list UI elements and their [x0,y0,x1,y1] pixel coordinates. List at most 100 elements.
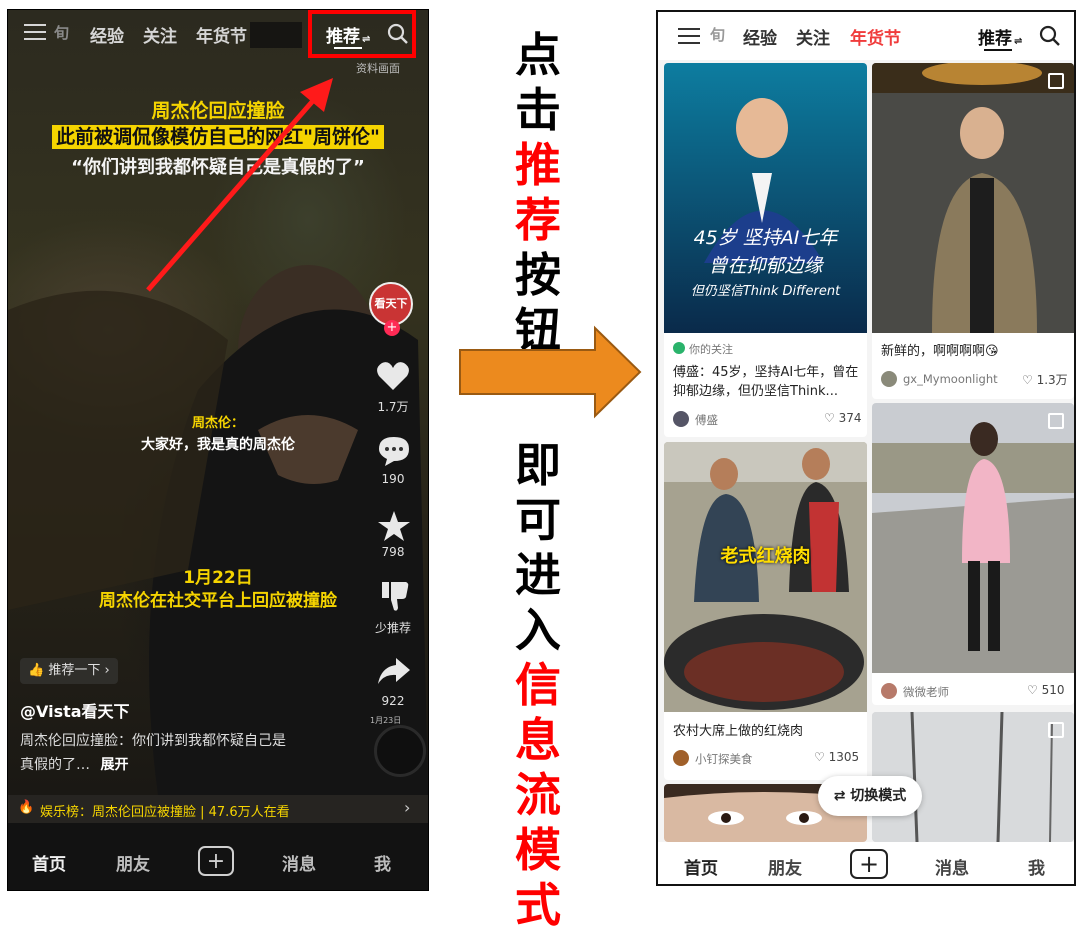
video-event-caption: 周杰伦在社交平台上回应被撞脸 [99,591,337,611]
instruction-char: 即 [515,438,561,492]
account-name[interactable]: @Vista看天下 [20,698,130,722]
feed-phone-screen: 旬 经验 关注 年货节 推荐 ⇌ 45岁 坚持AI七年 曾在抑郁边缘 但仍坚信Th… [656,10,1076,886]
active-tab-underline [984,49,1012,51]
heart-outline-icon: ♡ [824,411,835,425]
card-overlay-text: 老式红烧肉 [720,546,811,567]
card-author[interactable]: gx_Mymoonlight [903,372,998,386]
nav-tab-jingyan[interactable]: 经验 [90,22,124,47]
instruction-char: 进 [515,548,561,602]
subtitle-speaker: 周杰伦： [191,416,244,431]
share-icon[interactable] [376,656,412,686]
feed-card[interactable]: 老式红烧肉 农村大席上做的红烧肉 小钉探美食 ♡ 1305 [664,442,867,780]
card-likes[interactable]: ♡ 374 [824,411,862,425]
card-likes[interactable]: ♡ 1.3万 [1022,371,1068,388]
card-overlay-line2: 曾在抑郁边缘 [708,255,823,277]
comment-icon[interactable] [377,434,411,468]
multi-image-icon [1048,73,1064,89]
video-phone-screen: 旬 经验 关注 年货节 推荐 ⇌ 资料画面 周杰伦回应撞脸 此前被调侃像模仿自己的… [8,10,428,890]
highlight-box-tuijian [308,10,416,58]
orange-arrow [459,325,642,419]
instruction-char: 荐 [515,193,561,247]
card-likes[interactable]: ♡ 510 [1027,683,1065,697]
bottom-tab-home[interactable]: 首页 [32,850,66,875]
recommend-pill[interactable]: 👍 推荐一下 › [20,658,118,684]
fire-icon: 🔥 [18,800,35,815]
creator-avatar-text: 看天下 [374,297,408,310]
nav-tab-nianhuojie[interactable]: 年货节 [850,24,901,49]
hot-list-text: 娱乐榜：周杰伦回应被撞脸 | 47.6万人在看 [40,805,290,820]
heart-outline-icon: ♡ [1027,683,1038,697]
red-arrow-pointer [146,78,333,292]
card-image [872,403,1074,673]
feed-card[interactable]: 微微老师 ♡ 510 [872,403,1074,705]
avatar [673,750,689,766]
comment-count: 190 [381,472,405,486]
instruction-char: 按 [515,248,561,302]
bottom-tab-messages[interactable]: 消息 [282,850,316,875]
nav-tab-guanzhu[interactable]: 关注 [143,22,177,47]
nav-tab-guanzhu[interactable]: 关注 [796,24,830,49]
avatar [881,683,897,699]
card-image [664,442,867,712]
bottom-tab-me[interactable]: 我 [374,850,391,875]
card-author[interactable]: 微微老师 [903,684,949,700]
thumbs-down-icon[interactable] [380,580,410,614]
add-video-button[interactable]: + [198,846,234,876]
nav-tab-tuijian[interactable]: 推荐 ⇌ [978,24,1022,49]
instruction-lower: 即可进入信息流模式 [508,438,568,933]
menu-icon[interactable] [24,24,46,40]
multi-image-icon [1048,722,1064,738]
search-icon[interactable] [1038,24,1062,48]
expand-link[interactable]: 展开 [100,757,128,773]
subtitle-text: 大家好，我是真的周杰伦 [141,437,295,453]
chevron-right-icon: › [100,663,110,678]
caption-line2-text: 真假的了… [20,757,90,773]
bottom-tab-messages[interactable]: 消息 [935,854,969,879]
bottom-tab-friends[interactable]: 朋友 [768,854,802,879]
card-author[interactable]: 傅盛 [695,412,718,428]
feed-card[interactable]: 45岁 坚持AI七年 曾在抑郁边缘 但仍坚信Think Different 你的… [664,63,867,437]
hot-list-bar[interactable]: 🔥 娱乐榜：周杰伦回应被撞脸 | 47.6万人在看 › [8,795,428,823]
recommend-pill-label: 推荐一下 [48,663,101,678]
card-title: 傅盛：45岁，坚持AI七年，曾在抑郁边缘，但仍坚信Think... [673,365,859,399]
instruction-char: 流 [515,768,561,822]
nav-tab-fragment[interactable]: 旬 [710,24,725,45]
nav-tab-fragment[interactable]: 旬 [54,22,69,43]
music-disc-icon[interactable] [374,725,426,777]
instruction-char: 推 [515,138,561,192]
heart-outline-icon: ♡ [1022,373,1033,387]
video-date-caption: 1月22日 [183,568,253,588]
nav-tab-jingyan[interactable]: 经验 [743,24,777,49]
material-note: 资料画面 [356,62,400,75]
heart-icon[interactable] [376,360,410,392]
heart-outline-icon: ♡ [814,750,825,764]
feed-card[interactable]: 新鲜的，啊啊啊啊😘 gx_Mymoonlight ♡ 1.3万 [872,63,1074,399]
caption-line1: 周杰伦回应撞脸：你们讲到我都怀疑自己是 [20,733,286,749]
card-likes[interactable]: ♡ 1305 [814,750,859,764]
caption-line2: 真假的了… 展开 [20,754,128,774]
avatar [673,411,689,427]
bottom-tab-home[interactable]: 首页 [684,854,718,879]
chevron-right-icon: › [404,798,411,817]
less-recommend-label[interactable]: 少推荐 [368,619,418,636]
instruction-char: 入 [515,603,561,657]
share-count: 922 [381,694,405,708]
add-video-button[interactable]: + [850,849,888,879]
bottom-tab-friends[interactable]: 朋友 [116,850,150,875]
thumbs-up-icon: 👍 [28,663,49,678]
instruction-char: 式 [515,878,561,932]
card-author[interactable]: 小钉探美食 [695,751,753,767]
nav-tab-tuijian-label: 推荐 [978,29,1012,49]
card-title: 新鲜的，啊啊啊啊😘 [881,344,999,359]
like-count: 1.7万 [377,400,409,414]
card-like-count: 1.3万 [1036,373,1068,387]
follow-tag: 你的关注 [689,343,733,356]
menu-icon[interactable] [678,28,700,44]
switch-mode-button[interactable]: ⇄ 切换模式 [818,776,922,816]
follow-plus-icon[interactable]: + [384,320,400,336]
card-like-count: 374 [838,411,862,425]
nav-tab-nianhuojie[interactable]: 年货节 [196,22,247,47]
bottom-tab-me[interactable]: 我 [1028,854,1045,879]
star-icon[interactable] [377,510,411,542]
instruction-char: 模 [515,823,561,877]
